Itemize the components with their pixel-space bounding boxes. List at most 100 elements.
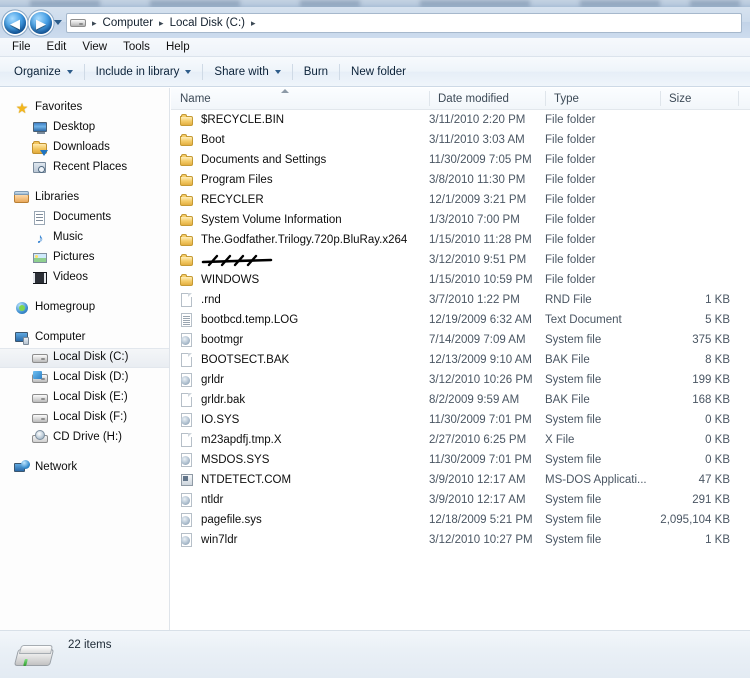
menu-bar: File Edit View Tools Help: [0, 38, 750, 57]
menu-edit[interactable]: Edit: [39, 39, 75, 55]
table-row[interactable]: bootbcd.temp.LOG 12/19/2009 6:32 AM Text D…: [171, 310, 750, 330]
chevron-down-icon: [274, 69, 281, 74]
cell-date-modified: 3/11/2010 2:20 PM: [429, 114, 526, 126]
cell-type: File folder: [545, 274, 596, 286]
file-name: bootbcd.temp.LOG: [201, 314, 299, 326]
column-header-type[interactable]: Type: [545, 88, 660, 109]
organize-button[interactable]: Organize: [6, 62, 81, 82]
generic-file-icon: [180, 432, 194, 448]
sidebar-item-desktop[interactable]: Desktop: [0, 118, 169, 138]
folder-icon: [180, 113, 194, 128]
homegroup-icon: [14, 300, 30, 316]
toolbar-divider: [339, 63, 341, 80]
libraries-icon: [14, 190, 30, 206]
cell-name: $RECYCLE.BIN: [180, 113, 284, 128]
table-row[interactable]: bootmgr 7/14/2009 7:09 AM System file 375 K…: [171, 330, 750, 350]
table-row[interactable]: System Volume Information 1/3/2010 7:00 P…: [171, 210, 750, 230]
sidebar-group-network[interactable]: Network: [0, 458, 169, 478]
table-row[interactable]: NTDETECT.COM 3/9/2010 12:17 AM MS-DOS Appl…: [171, 470, 750, 490]
breadcrumb-computer[interactable]: Computer: [100, 16, 157, 30]
menu-file[interactable]: File: [4, 39, 39, 55]
sidebar-item-local-disk-f[interactable]: Local Disk (F:): [0, 408, 169, 428]
menu-help[interactable]: Help: [158, 39, 198, 55]
folder-icon: [180, 133, 194, 148]
column-divider[interactable]: [738, 91, 739, 106]
breadcrumb-separator[interactable]: ▸: [89, 18, 100, 29]
folder-icon: [180, 253, 194, 268]
table-row[interactable]: RECYCLER 12/1/2009 3:21 PM File folder: [171, 190, 750, 210]
new-folder-button[interactable]: New folder: [343, 62, 414, 82]
sidebar-item-documents[interactable]: Documents: [0, 208, 169, 228]
table-row[interactable]: Documents and Settings 11/30/2009 7:05 PM…: [171, 150, 750, 170]
column-header-size-label: Size: [669, 92, 692, 105]
cell-name: System Volume Information: [180, 213, 342, 228]
sidebar-label-downloads: Downloads: [53, 141, 110, 154]
navigation-pane[interactable]: ★ Favorites Desktop Downloads Recent Pla…: [0, 88, 170, 630]
file-name: Documents and Settings: [201, 154, 327, 166]
column-header-date-modified[interactable]: Date modified: [429, 88, 545, 109]
folder-icon: [180, 273, 194, 288]
sidebar-group-libraries[interactable]: Libraries: [0, 188, 169, 208]
cell-name: BOOTSECT.BAK: [180, 352, 289, 368]
cell-date-modified: 1/15/2010 10:59 PM: [429, 274, 533, 286]
cell-name: grldr.bak: [180, 392, 245, 408]
sidebar-item-music[interactable]: ♪ Music: [0, 228, 169, 248]
sidebar-item-local-disk-c[interactable]: Local Disk (C:): [0, 348, 169, 368]
sidebar-group-homegroup[interactable]: Homegroup: [0, 298, 169, 318]
table-row[interactable]: The.Godfather.Trilogy.720p.BluRay.x264 1/…: [171, 230, 750, 250]
system-file-icon: [180, 452, 194, 468]
table-row[interactable]: .rnd 3/7/2010 1:22 PM RND File 1 KB: [171, 290, 750, 310]
sidebar-item-videos[interactable]: Videos: [0, 268, 169, 288]
column-header-size[interactable]: Size: [660, 88, 738, 109]
table-row[interactable]: WINDOWS 1/15/2010 10:59 PM File folder: [171, 270, 750, 290]
file-name: bootmgr: [201, 334, 244, 346]
share-with-button[interactable]: Share with: [206, 62, 288, 82]
sidebar-item-recent-places[interactable]: Recent Places: [0, 158, 169, 178]
sidebar-label-documents: Documents: [53, 211, 112, 224]
sidebar-item-cd-drive-h[interactable]: CD Drive (H:): [0, 428, 169, 448]
file-list-rows: $RECYCLE.BIN 3/11/2010 2:20 PM File folder…: [171, 110, 750, 550]
burn-button[interactable]: Burn: [296, 62, 336, 82]
table-row[interactable]: 3/12/2010 9:51 PM File folder: [171, 250, 750, 270]
window-frame-top: [0, 0, 750, 7]
table-row[interactable]: m23apdfj.tmp.X 2/27/2010 6:25 PM X File 0 K…: [171, 430, 750, 450]
file-name: ntldr: [201, 494, 224, 506]
table-row[interactable]: ntldr 3/9/2010 12:17 AM System file 291 KB: [171, 490, 750, 510]
table-row[interactable]: BOOTSECT.BAK 12/13/2009 9:10 AM BAK File 8 …: [171, 350, 750, 370]
file-list-pane[interactable]: Name Date modified Type Size $RECYCLE.BI…: [171, 88, 750, 630]
menu-view[interactable]: View: [74, 39, 115, 55]
cell-date-modified: 12/1/2009 3:21 PM: [429, 194, 527, 206]
menu-tools[interactable]: Tools: [115, 39, 158, 55]
table-row[interactable]: grldr 3/12/2010 10:26 PM System file 199 KB: [171, 370, 750, 390]
cell-type: File folder: [545, 214, 596, 226]
forward-button[interactable]: ▶: [30, 12, 52, 34]
column-header-name[interactable]: Name: [171, 88, 429, 109]
sidebar-item-pictures[interactable]: Pictures: [0, 248, 169, 268]
breadcrumb-local-disk-c[interactable]: Local Disk (C:): [167, 16, 248, 30]
recent-pages-dropdown-icon[interactable]: [54, 20, 62, 25]
table-row[interactable]: grldr.bak 8/2/2009 9:59 AM BAK File 168 KB: [171, 390, 750, 410]
breadcrumb-separator[interactable]: ▸: [156, 18, 167, 29]
sidebar-item-local-disk-e[interactable]: Local Disk (E:): [0, 388, 169, 408]
organize-label: Organize: [14, 65, 61, 78]
system-file-icon: [180, 372, 194, 388]
star-icon: ★: [15, 100, 29, 116]
table-row[interactable]: pagefile.sys 12/18/2009 5:21 PM System fil…: [171, 510, 750, 530]
cell-name: MSDOS.SYS: [180, 452, 269, 468]
back-button[interactable]: ◀: [4, 12, 26, 34]
table-row[interactable]: win7ldr 3/12/2010 10:27 PM System file 1 KB: [171, 530, 750, 550]
sidebar-group-computer[interactable]: Computer: [0, 328, 169, 348]
table-row[interactable]: $RECYCLE.BIN 3/11/2010 2:20 PM File folder: [171, 110, 750, 130]
music-note-icon: ♪: [36, 230, 44, 246]
breadcrumb-separator-trailing[interactable]: ▸: [248, 18, 259, 29]
table-row[interactable]: Boot 3/11/2010 3:03 AM File folder: [171, 130, 750, 150]
table-row[interactable]: Program Files 3/8/2010 11:30 PM File folde…: [171, 170, 750, 190]
sidebar-group-favorites[interactable]: ★ Favorites: [0, 98, 169, 118]
table-row[interactable]: MSDOS.SYS 11/30/2009 7:01 PM System file 0 …: [171, 450, 750, 470]
table-row[interactable]: IO.SYS 11/30/2009 7:01 PM System file 0 KB: [171, 410, 750, 430]
sidebar-item-local-disk-d[interactable]: Local Disk (D:): [0, 368, 169, 388]
sidebar-item-downloads[interactable]: Downloads: [0, 138, 169, 158]
hard-drive-icon: [32, 390, 48, 406]
include-in-library-button[interactable]: Include in library: [88, 62, 200, 82]
address-bar[interactable]: ▸ Computer ▸ Local Disk (C:) ▸: [66, 13, 742, 33]
